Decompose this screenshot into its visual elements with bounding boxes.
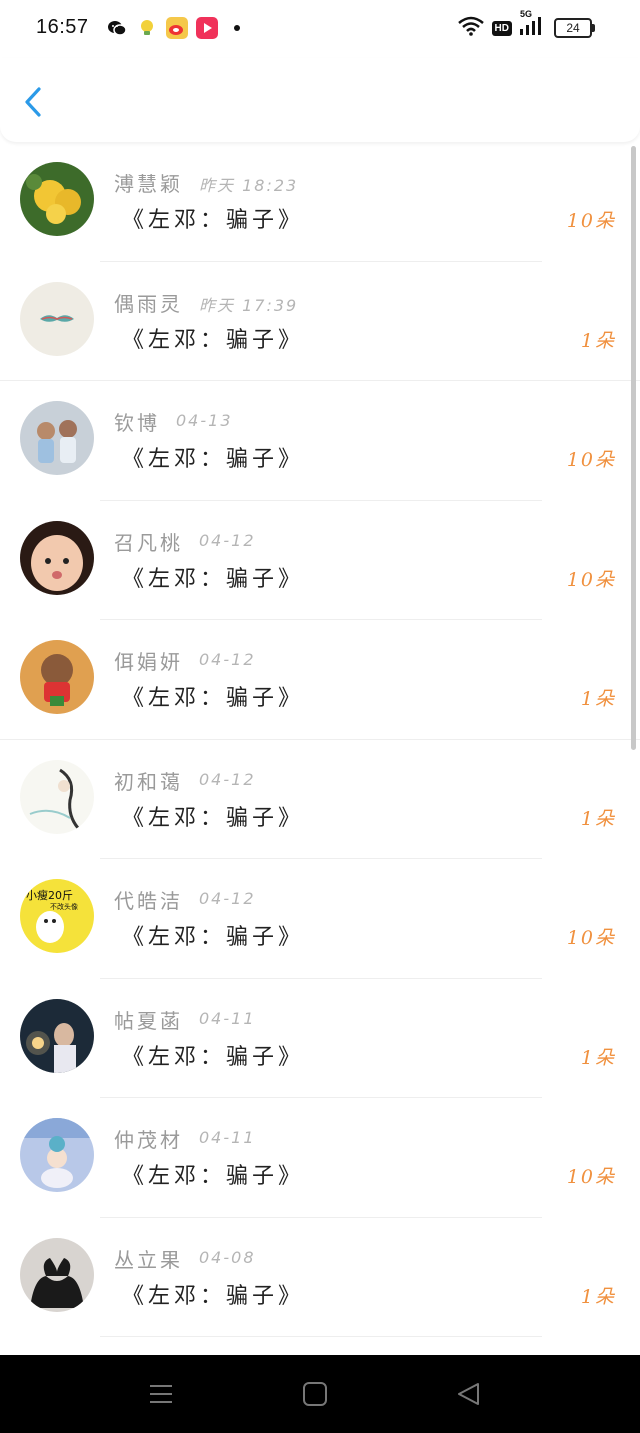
top-app-bar [0,58,640,142]
timestamp: 04-11 [199,1008,256,1028]
avatar[interactable] [20,281,94,356]
weibo-icon [166,17,188,39]
avatar[interactable] [20,520,94,595]
sender-name[interactable]: 初和蔼 [114,766,183,795]
work-title[interactable]: 《左邓：骗子》 [122,680,304,712]
bulb-app-icon [136,17,158,39]
flower-count: 10朵 [566,568,616,591]
timestamp: 04-13 [176,411,233,430]
flower-count: 1朵 [580,807,616,830]
sender-name[interactable]: 丛立果 [114,1244,183,1273]
sender-name[interactable]: 溥慧颖 [114,168,183,197]
timestamp: 04-12 [199,769,256,789]
svg-text:小瘦20斤: 小瘦20斤 [26,888,73,902]
gift-record-list: 溥慧颖 昨天 18:23 《左邓：骗子》 10朵 偶雨灵 昨天 17:39 《左邓：骗子》 1… [0,142,640,1337]
sender-name[interactable]: 帖夏菡 [114,1005,183,1034]
timestamp: 04-11 [199,1128,256,1147]
avatar[interactable] [20,759,94,834]
list-item[interactable]: 丛立果 04-08 《左邓：骗子》 1朵 [0,1218,640,1337]
flower-count: 1朵 [580,1285,616,1308]
work-title[interactable]: 《左邓：骗子》 [122,202,304,234]
list-item[interactable]: 偶雨灵 昨天 17:39 《左邓：骗子》 1朵 [0,262,640,381]
work-title[interactable]: 《左邓：骗子》 [122,1158,304,1190]
work-title[interactable]: 《左邓：骗子》 [122,561,304,593]
avatar[interactable] [20,162,94,236]
battery-level: 24 [566,21,580,35]
work-title[interactable]: 《左邓：骗子》 [122,441,304,473]
notification-icons [106,16,240,40]
status-indicators: HD 5G 24 [457,9,595,42]
timestamp: 04-12 [199,650,256,669]
avatar[interactable] [20,1237,94,1312]
flower-count: 10朵 [566,449,616,471]
work-title[interactable]: 《左邓：骗子》 [122,1278,304,1310]
work-title[interactable]: 《左邓：骗子》 [122,322,304,354]
back-nav-button[interactable] [454,1379,484,1409]
svg-text:不改头像: 不改头像 [50,902,78,911]
status-bar: 16:57 HD 5G 24 [0,0,640,58]
list-item[interactable]: 钦博 04-13 《左邓：骗子》 10朵 [0,381,640,501]
avatar[interactable] [20,998,94,1073]
wechat-icon [106,17,128,39]
work-title[interactable]: 《左邓：骗子》 [122,1039,304,1071]
flower-count: 1朵 [580,688,616,710]
list-item[interactable]: 小瘦20斤 不改头像 代皓洁 04-12 《左邓：骗子》 10朵 [0,859,640,979]
home-icon [303,1382,327,1406]
timestamp: 04-12 [199,889,256,908]
work-title[interactable]: 《左邓：骗子》 [122,800,304,832]
sender-name[interactable]: 偶雨灵 [114,288,183,317]
battery-icon: 24 [554,18,595,38]
timestamp: 04-12 [199,530,256,550]
avatar[interactable] [20,1118,94,1192]
sender-name[interactable]: 代皓洁 [114,885,183,914]
wifi-icon [457,16,484,40]
list-item[interactable]: 仲茂材 04-11 《左邓：骗子》 10朵 [0,1098,640,1218]
menu-button[interactable] [146,1379,176,1409]
row-divider [100,1336,542,1337]
system-nav-bar [0,1355,640,1433]
scrollbar[interactable] [631,146,636,750]
signal-icon: 5G [520,9,546,41]
hd-icon: HD [491,20,512,36]
avatar[interactable] [20,640,94,714]
menu-icon [150,1385,172,1403]
flower-count: 1朵 [580,329,616,352]
list-item[interactable]: 初和蔼 04-12 《左邓：骗子》 1朵 [0,740,640,859]
timestamp: 04-08 [199,1247,256,1267]
sender-name[interactable]: 钦博 [114,407,160,436]
sender-name[interactable]: 佴娟妍 [114,646,183,675]
status-time: 16:57 [36,16,89,38]
sender-name[interactable]: 召凡桃 [114,527,183,556]
list-item[interactable]: 帖夏菡 04-11 《左邓：骗子》 1朵 [0,979,640,1098]
timestamp: 昨天 18:23 [199,176,299,195]
more-notifications-dot [234,25,240,31]
video-app-icon [196,17,218,39]
flower-count: 10朵 [566,1166,616,1188]
chevron-left-icon [25,87,41,117]
back-triangle-icon [458,1383,479,1405]
sender-name[interactable]: 仲茂材 [114,1124,183,1153]
list-item[interactable]: 溥慧颖 昨天 18:23 《左邓：骗子》 10朵 [0,142,640,262]
flower-count: 10朵 [566,210,616,232]
list-item[interactable]: 召凡桃 04-12 《左邓：骗子》 10朵 [0,501,640,620]
back-button[interactable] [18,84,50,120]
flower-count: 1朵 [580,1046,616,1069]
network-type: 5G [520,9,533,19]
work-title[interactable]: 《左邓：骗子》 [122,919,304,951]
timestamp: 昨天 17:39 [199,295,299,315]
list-item[interactable]: 佴娟妍 04-12 《左邓：骗子》 1朵 [0,620,640,740]
home-button[interactable] [300,1379,330,1409]
flower-count: 10朵 [566,927,616,949]
avatar[interactable]: 小瘦20斤 不改头像 [20,879,94,953]
avatar[interactable] [20,401,94,475]
